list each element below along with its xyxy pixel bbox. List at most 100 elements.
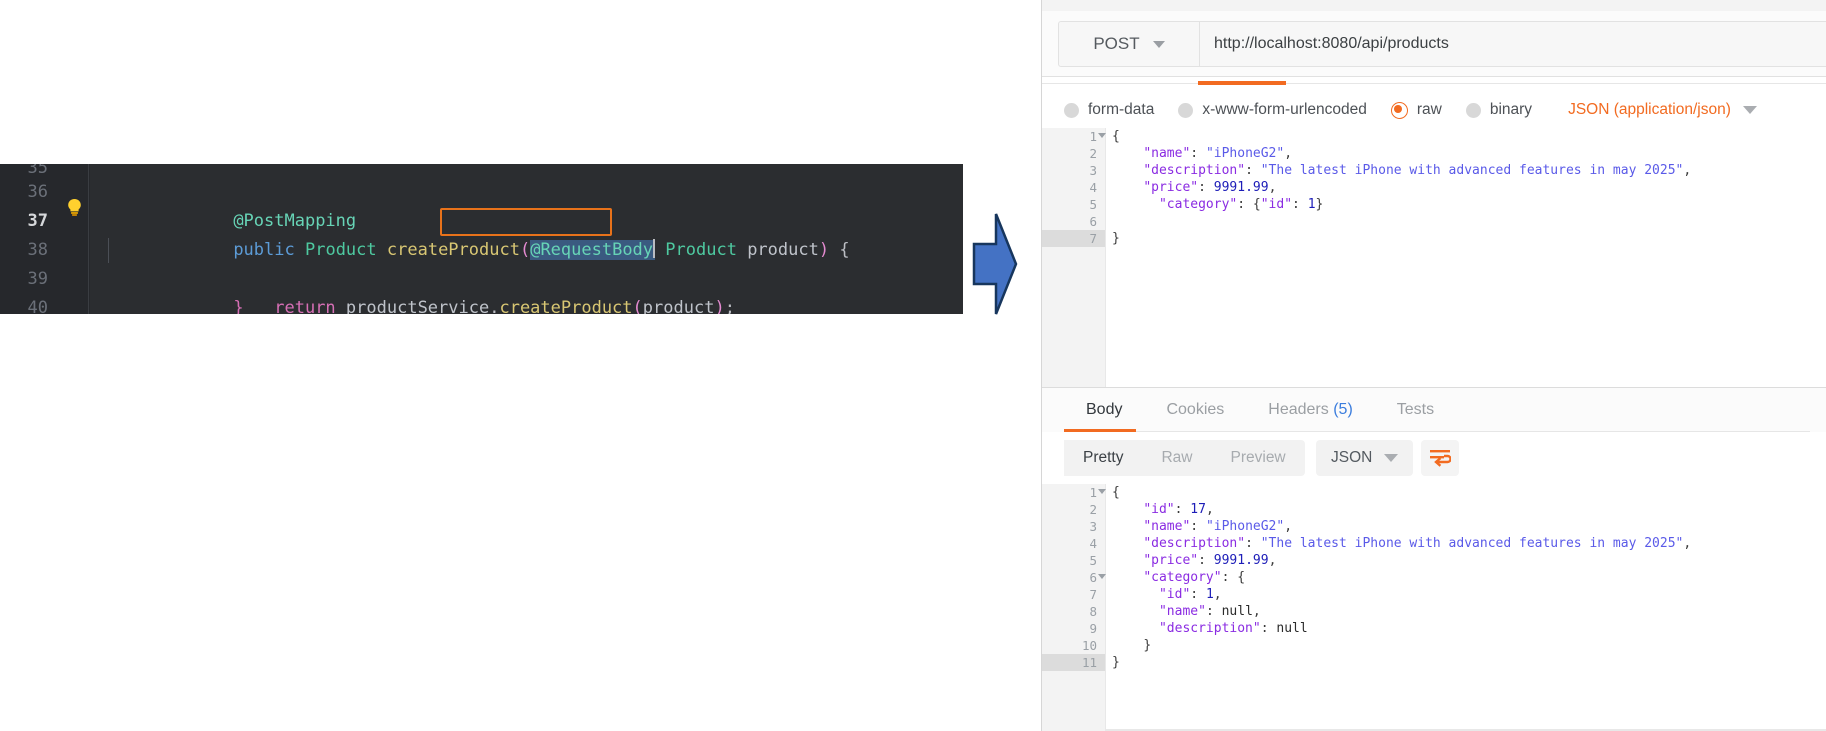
- json-key: "price": [1143, 553, 1199, 568]
- body-mode-radio-group: form-data x-www-form-urlencoded raw bina…: [1042, 92, 1826, 128]
- request-body-editor[interactable]: 1234567 { "name": "iPhoneG2", "descripti…: [1042, 128, 1826, 318]
- radio-indicator[interactable]: [1465, 102, 1481, 118]
- content-type-label: JSON (application/json): [1568, 101, 1731, 118]
- response-editor-code[interactable]: { "id": 17, "name": "iPhoneG2", "descrip…: [1106, 484, 1826, 731]
- json-value: "The latest iPhone with advanced feature…: [1260, 163, 1684, 178]
- json-key: "description": [1143, 536, 1246, 551]
- line-number: 8: [1089, 604, 1097, 619]
- line-number: 11: [1042, 654, 1105, 671]
- response-editor-gutter: 1 2 3 4 5 6 7 8 9 10 11: [1042, 484, 1106, 731]
- chevron-down-icon: [1384, 454, 1399, 462]
- json-line: "name": null,: [1158, 604, 1261, 619]
- json-key: "description": [1143, 163, 1246, 178]
- screenshot-root: 35 36 37 38 39 40 @PostMapping public Pr…: [0, 0, 1826, 731]
- json-value: "The latest iPhone with advanced feature…: [1260, 536, 1684, 551]
- json-line: "description": null: [1158, 621, 1308, 636]
- tab-label: Body: [1086, 401, 1123, 418]
- editor-line-number-gutter: 35 36 37 38 39 40: [0, 164, 62, 314]
- json-line: "name": "iPhoneG2",: [1143, 519, 1293, 534]
- radio-label: form-data: [1088, 101, 1155, 118]
- view-mode-pretty[interactable]: Pretty: [1064, 440, 1143, 476]
- json-key: "category": [1143, 570, 1222, 585]
- gutter-divider: [88, 164, 89, 314]
- view-mode-label: Pretty: [1083, 449, 1124, 466]
- response-body-editor[interactable]: 1 2 3 4 5 6 7 8 9 10 11 { "id": 17, "name": "iPhon…: [1042, 484, 1826, 731]
- chevron-down-icon: [1152, 40, 1165, 48]
- content-type-selector[interactable]: JSON (application/json): [1568, 101, 1757, 119]
- tab-headers[interactable]: Headers (5): [1246, 388, 1375, 432]
- radio-binary[interactable]: binary: [1465, 101, 1533, 119]
- word-wrap-toggle[interactable]: [1421, 440, 1459, 476]
- radio-raw[interactable]: raw: [1390, 101, 1442, 119]
- lightbulb-icon[interactable]: [66, 198, 83, 217]
- json-line: }: [1106, 654, 1826, 671]
- json-line: "price": 9991.99,: [1143, 553, 1277, 568]
- radio-form-data[interactable]: form-data: [1064, 101, 1154, 119]
- request-url-input[interactable]: http://localhost:8080/api/products: [1200, 22, 1826, 66]
- json-line: }: [1106, 637, 1826, 654]
- view-mode-label: Raw: [1161, 449, 1193, 466]
- json-line: {: [1106, 484, 1826, 501]
- line-number: 6: [1089, 214, 1097, 229]
- json-value: "iPhoneG2": [1205, 519, 1285, 534]
- json-key: "category": [1158, 197, 1238, 212]
- json-value: 1: [1205, 587, 1214, 602]
- fold-arrow-icon[interactable]: [1098, 574, 1106, 579]
- line-number-current: 37: [27, 211, 48, 231]
- radio-x-www-form-urlencoded[interactable]: x-www-form-urlencoded: [1178, 101, 1367, 119]
- radio-indicator[interactable]: [1064, 102, 1079, 118]
- response-view-toolbar: Pretty Raw Preview JSON: [1042, 432, 1826, 484]
- request-url-bar-region: POST http://localhost:8080/api/products: [1042, 11, 1826, 77]
- line-number: 7: [1042, 230, 1105, 247]
- json-value: 1: [1307, 197, 1316, 212]
- line-number: 4: [1089, 180, 1097, 195]
- requestbody-highlight-box: [440, 208, 612, 236]
- word-wrap-icon: [1430, 450, 1451, 467]
- line-number: 36: [27, 182, 48, 202]
- line-number: 40: [27, 298, 48, 314]
- line-number: 38: [27, 240, 48, 260]
- headers-count-badge: (5): [1333, 401, 1353, 418]
- tab-cookies[interactable]: Cookies: [1144, 388, 1246, 432]
- radio-label: binary: [1489, 101, 1533, 118]
- response-tab-bar: Body Cookies Headers (5) Tests: [1042, 388, 1826, 432]
- json-punctuation: {: [1112, 485, 1120, 500]
- radio-indicator[interactable]: [1178, 102, 1194, 118]
- json-line: }: [1106, 230, 1826, 247]
- request-editor-code[interactable]: { "name": "iPhoneG2", "description": "Th…: [1106, 128, 1826, 318]
- json-value: "iPhoneG2": [1205, 146, 1285, 161]
- http-method-selector[interactable]: POST: [1059, 22, 1200, 66]
- code-text-area[interactable]: @PostMapping public Product createProduc…: [90, 164, 963, 314]
- line-number: 6: [1042, 569, 1106, 586]
- indent-guide: [108, 238, 109, 263]
- line-number: 7: [1089, 587, 1097, 602]
- json-line: [1106, 213, 1826, 230]
- json-punctuation: }: [1112, 655, 1120, 670]
- tab-body[interactable]: Body: [1064, 388, 1144, 432]
- view-mode-preview[interactable]: Preview: [1212, 440, 1305, 476]
- fold-arrow-icon[interactable]: [1098, 133, 1106, 138]
- json-line: "id": 17,: [1143, 502, 1214, 517]
- line-number: 10: [1081, 638, 1097, 653]
- flow-arrow-right-icon: [972, 213, 1018, 315]
- line-number: 2: [1089, 502, 1097, 517]
- line-number: 2: [1089, 146, 1097, 161]
- radio-indicator-selected[interactable]: [1390, 101, 1408, 119]
- radio-label: raw: [1416, 101, 1442, 118]
- fold-arrow-icon[interactable]: [1098, 489, 1106, 494]
- json-key: "name": [1158, 604, 1206, 619]
- tab-tests[interactable]: Tests: [1375, 388, 1456, 432]
- response-format-selector[interactable]: JSON: [1316, 440, 1414, 476]
- view-mode-raw[interactable]: Raw: [1142, 440, 1211, 476]
- line-number: 35: [27, 164, 48, 178]
- raw-tab-active-underline: [1198, 81, 1286, 85]
- tab-label: Tests: [1396, 401, 1435, 418]
- line-number: 1: [1042, 484, 1106, 501]
- line-number: 9: [1089, 621, 1097, 636]
- json-line: "category": {: [1143, 570, 1246, 585]
- view-mode-label: Preview: [1230, 449, 1286, 466]
- code-line-37: public Product createProduct(@RequestBod…: [90, 207, 963, 260]
- code-line-39: }: [90, 265, 963, 314]
- http-method-label: POST: [1093, 34, 1140, 53]
